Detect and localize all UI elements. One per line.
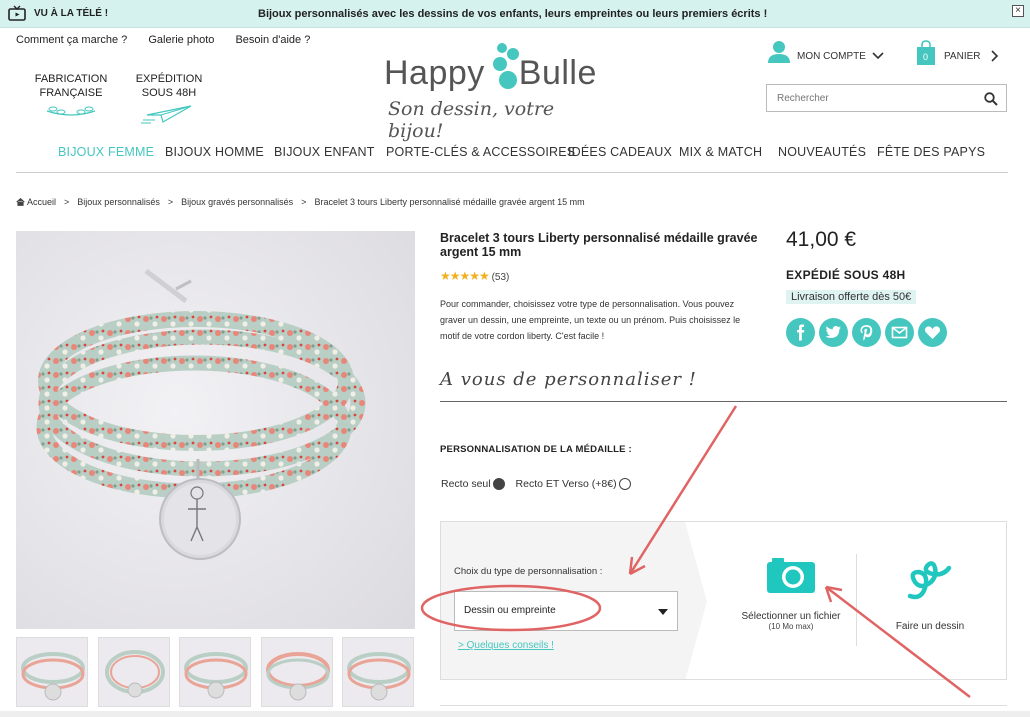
breadcrumb-current: Bracelet 3 tours Liberty personnalisé mé… (314, 197, 585, 207)
account-label: MON COMPTE (797, 51, 866, 62)
star-rating: ★★★★★ (440, 269, 490, 283)
heart-icon[interactable] (918, 318, 947, 347)
user-icon (768, 41, 790, 63)
facebook-icon[interactable] (786, 318, 815, 347)
thumbnail[interactable] (342, 637, 414, 707)
shipping-info: EXPÉDIÉ SOUS 48H (786, 268, 906, 282)
bracelet-illustration (16, 231, 415, 629)
cart-menu[interactable]: 0 PANIER (916, 40, 999, 69)
email-icon[interactable] (885, 318, 914, 347)
twitter-icon[interactable] (819, 318, 848, 347)
close-icon[interactable]: × (1012, 5, 1024, 17)
search-box (766, 84, 1007, 112)
home-icon (16, 197, 25, 206)
search-icon[interactable] (984, 92, 998, 106)
link-photo-gallery[interactable]: Galerie photo (148, 34, 214, 46)
file-limit-note: (10 Mo max) (768, 622, 814, 631)
breadcrumb-home[interactable]: Accueil (27, 197, 56, 207)
nav-mix-match[interactable]: MIX & MATCH (679, 145, 762, 159)
nav-nouveautes[interactable]: NOUVEAUTÉS (778, 145, 866, 159)
paper-plane-icon (141, 105, 192, 124)
product-main-image[interactable] (16, 231, 415, 629)
shipping-badge: EXPÉDITION SOUS 48H (132, 72, 206, 125)
nav-bijoux-enfant[interactable]: BIJOUX ENFANT (274, 145, 375, 159)
recto-verso-label[interactable]: Recto ET Verso (+8€) (516, 478, 617, 490)
free-shipping-note: Livraison offerte dès 50€ (786, 290, 917, 304)
chevron-right-icon (991, 50, 999, 62)
divider (440, 401, 1007, 402)
medal-personalisation-label: PERSONNALISATION DE LA MÉDAILLE : (440, 444, 632, 455)
personalisation-panel: Choix du type de personnalisation : Dess… (440, 521, 1007, 680)
account-menu[interactable]: MON COMPTE (768, 40, 884, 67)
breadcrumb: Accueil > Bijoux personnalisés > Bijoux grav… (16, 197, 585, 207)
camera-icon (767, 558, 815, 593)
product-description: Pour commander, choisissez votre type de… (440, 299, 741, 341)
logo-text-right: Bulle (518, 54, 597, 92)
draw-label: Faire un dessin (895, 621, 965, 632)
recto-only-radio[interactable] (492, 478, 505, 491)
pinterest-icon[interactable] (852, 318, 881, 347)
link-how-it-works[interactable]: Comment ça marche ? (16, 34, 127, 46)
thumbnail[interactable] (16, 637, 88, 707)
caret-down-icon (658, 609, 668, 615)
product-rating[interactable]: ★★★★★ (53) (440, 269, 509, 283)
made-in-france-badge: FABRICATION FRANÇAISE (34, 72, 108, 119)
product-price: 41,00 € (786, 228, 857, 251)
personalise-heading: A vous de personnaliser ! (440, 369, 697, 390)
chevron-divider (685, 522, 707, 679)
nav-bijoux-femme[interactable]: BIJOUX FEMME (58, 145, 154, 159)
footer-strip (0, 711, 1030, 717)
top-banner: VU À LA TÉLÉ ! Bijoux personnalisés avec… (0, 0, 1030, 28)
main-nav: BIJOUX FEMME BIJOUX HOMME BIJOUX ENFANT … (16, 137, 1008, 173)
made-in-france-label: FABRICATION FRANÇAISE (34, 73, 108, 99)
thumbnail[interactable] (261, 637, 333, 707)
review-count[interactable]: (53) (492, 272, 510, 283)
recto-only-label[interactable]: Recto seul (441, 478, 491, 490)
thumbnail[interactable] (179, 637, 251, 707)
nav-bijoux-homme[interactable]: BIJOUX HOMME (165, 145, 264, 159)
select-file-label: Sélectionner un fichier (741, 611, 841, 622)
logo-text-left: Happy (384, 54, 485, 92)
tv-label[interactable]: VU À LA TÉLÉ ! (34, 8, 108, 19)
recto-verso-radio[interactable] (618, 478, 631, 491)
cart-label: PANIER (944, 51, 981, 62)
banner-message: Bijoux personnalisés avec les dessins de… (258, 8, 768, 20)
select-file-option[interactable]: Sélectionner un fichier (10 Mo max) (726, 556, 856, 631)
search-input[interactable] (767, 85, 967, 111)
type-label: Choix du type de personnalisation : (454, 566, 603, 577)
divider (440, 705, 1007, 706)
squiggle-draw-icon (907, 561, 952, 600)
thumbnail[interactable] (98, 637, 170, 707)
laurel-icon (46, 106, 96, 116)
personalisation-type-select[interactable]: Dessin ou empreinte (454, 591, 678, 631)
nav-idees-cadeaux[interactable]: IDÉES CADEAUX (568, 145, 672, 159)
logo-tagline: Son dessin, votre bijou! (388, 98, 555, 142)
tips-link[interactable]: > Quelques conseils ! (458, 640, 554, 651)
link-help[interactable]: Besoin d'aide ? (235, 34, 310, 46)
chevron-down-icon (872, 52, 884, 60)
logo-text: Happy Bulle (384, 54, 597, 93)
draw-option[interactable]: Faire un dessin (875, 558, 985, 632)
nav-porte-cles[interactable]: PORTE-CLÉS & ACCESSOIRES (386, 145, 575, 159)
medal-side-options: Recto seul Recto ET Verso (+8€) (441, 478, 639, 491)
options-divider (856, 554, 857, 646)
breadcrumb-bijoux-graves[interactable]: Bijoux gravés personnalisés (181, 197, 293, 207)
product-title: Bracelet 3 tours Liberty personnalisé mé… (440, 231, 758, 259)
cart-count: 0 (923, 52, 929, 62)
nav-fete-des-papys[interactable]: FÊTE DES PAPYS (877, 145, 985, 159)
select-value: Dessin ou empreinte (464, 605, 556, 616)
shipping-badge-label: EXPÉDITION SOUS 48H (135, 73, 203, 99)
header-links: Comment ça marche ? Galerie photo Besoin… (16, 34, 328, 46)
brand-logo[interactable]: Happy Bulle Son dessin, votre bijou! (384, 40, 604, 142)
tv-icon (8, 5, 26, 21)
breadcrumb-bijoux-personnalises[interactable]: Bijoux personnalisés (77, 197, 160, 207)
